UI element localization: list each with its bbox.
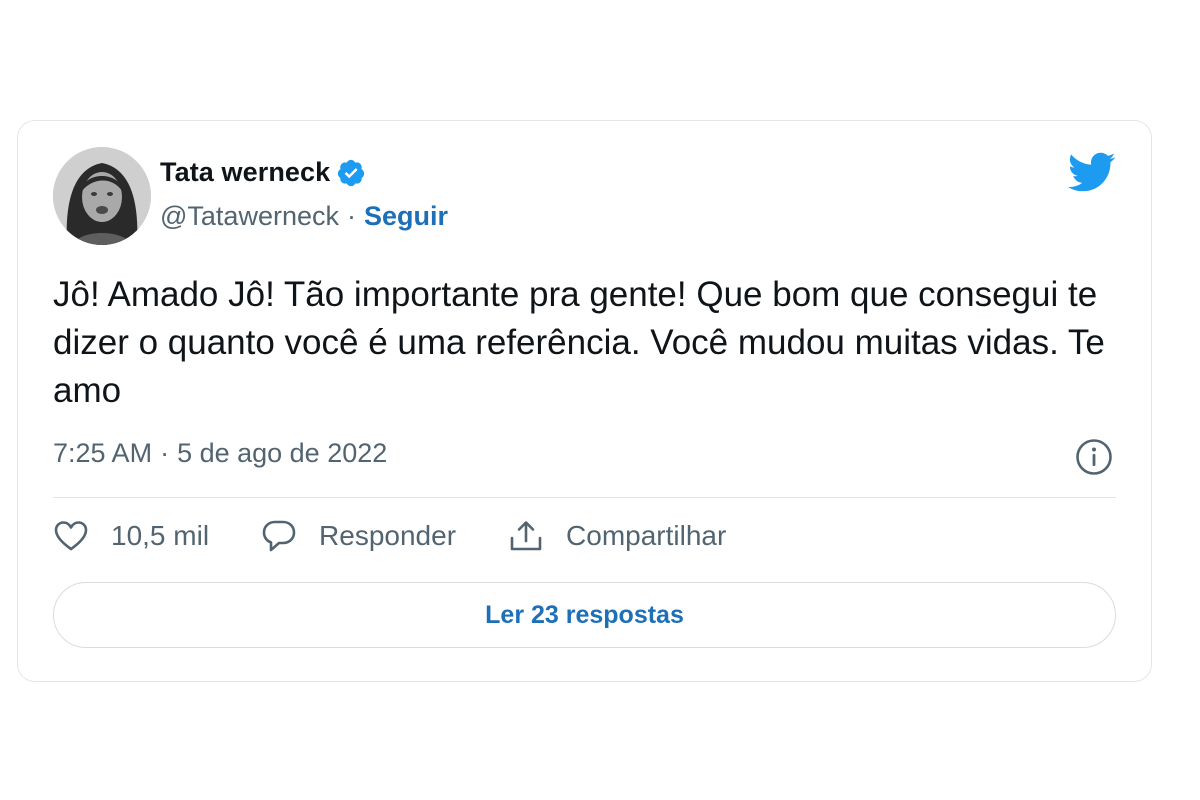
share-button[interactable]: Compartilhar [508, 519, 726, 553]
handle-row: @Tatawerneck · Seguir [160, 201, 448, 232]
author-name[interactable]: Tata werneck [160, 157, 330, 188]
speech-bubble-icon [262, 520, 296, 552]
date-separator: · [160, 438, 170, 468]
like-count: 10,5 mil [111, 520, 210, 551]
author-handle[interactable]: @Tatawerneck [160, 201, 339, 232]
tweet-card: Tata werneck @Tatawerneck · Seguir Jô! A… [17, 120, 1152, 682]
follow-link[interactable]: Seguir [364, 201, 448, 232]
tweet-time: 7:25 AM [53, 438, 153, 468]
like-button[interactable]: 10,5 mil [53, 520, 209, 552]
tweet-text: Jô! Amado Jô! Tão importante pra gente! … [53, 275, 1105, 410]
reply-label: Responder [319, 520, 457, 551]
info-icon[interactable] [1075, 438, 1113, 476]
tweet-timestamp[interactable]: 7:25 AM · 5 de ago de 2022 [53, 438, 387, 469]
share-label: Compartilhar [566, 520, 727, 551]
heart-icon [54, 521, 88, 551]
tweet-date: 5 de ago de 2022 [177, 438, 388, 468]
verified-badge-icon [338, 159, 365, 186]
handle-separator: · [346, 201, 356, 231]
twitter-bird-icon[interactable] [1066, 151, 1116, 193]
divider [53, 497, 1116, 498]
author-row: Tata werneck [160, 157, 366, 188]
reply-button[interactable]: Responder [261, 519, 456, 553]
read-replies-button[interactable]: Ler 23 respostas [53, 582, 1116, 648]
share-upload-icon [510, 521, 542, 551]
avatar[interactable] [53, 147, 151, 245]
tweet-actions: 10,5 mil Responder Compartilhar [53, 519, 778, 553]
